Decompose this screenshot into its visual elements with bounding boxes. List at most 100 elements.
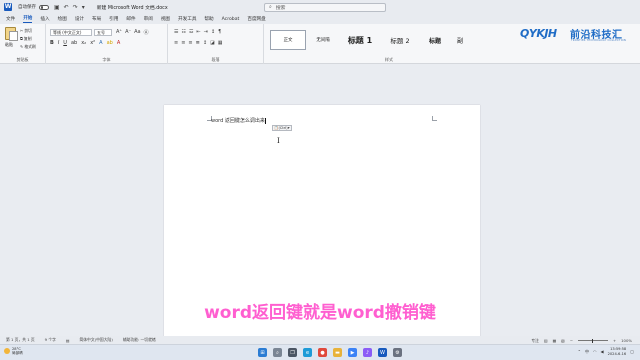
tab-8[interactable]: 审阅	[144, 16, 153, 22]
decrease-indent-icon[interactable]: ⇤	[196, 29, 200, 35]
cut-button[interactable]: ✂ 剪切	[20, 28, 32, 34]
strikethrough-icon[interactable]: ab	[71, 40, 77, 46]
shrink-font-icon[interactable]: A⁻	[125, 29, 131, 36]
increase-indent-icon[interactable]: ⇥	[204, 29, 208, 35]
start-icon[interactable]: ⊞	[258, 348, 267, 357]
read-mode-icon[interactable]: ▥	[544, 338, 548, 343]
font-group: 等线 (中文正文) 五号 A⁺ A⁻ Aa Ⓐ B I U ab x₂ x² A…	[46, 24, 168, 64]
line-spacing-icon[interactable]: ↕	[203, 40, 207, 46]
tab-0[interactable]: 文件	[6, 16, 15, 22]
tab-2[interactable]: 插入	[40, 16, 49, 22]
settings-icon[interactable]: ⚙	[393, 348, 402, 357]
sort-icon[interactable]: ↕	[211, 29, 215, 35]
align-center-icon[interactable]: ≡	[181, 40, 185, 46]
bullets-icon[interactable]: ☰	[174, 29, 178, 35]
highlight-icon[interactable]: ab	[107, 40, 113, 46]
style-item-5[interactable]: 副	[452, 30, 468, 50]
search-icon[interactable]: ⌕	[273, 348, 282, 357]
paste-icon[interactable]	[5, 27, 18, 41]
save-icon[interactable]: ▣	[54, 4, 60, 11]
chrome-icon[interactable]: ●	[318, 348, 327, 357]
page-count[interactable]: 第 1 页，共 1 页	[6, 337, 35, 343]
word-icon[interactable]: W	[378, 348, 387, 357]
clock[interactable]: 13:59:58 2024-6-16	[608, 347, 627, 356]
superscript-icon[interactable]: x²	[90, 40, 95, 46]
autosave-toggle[interactable]	[39, 4, 49, 10]
tab-4[interactable]: 设计	[75, 16, 84, 22]
style-item-0[interactable]: 正文	[270, 30, 306, 50]
zoom-slider[interactable]	[577, 338, 608, 343]
explorer-icon[interactable]: ▬	[333, 348, 342, 357]
volume-icon[interactable]: ◀	[601, 349, 604, 354]
zoom-in-icon[interactable]: +	[613, 338, 616, 343]
print-layout-icon[interactable]: ▦	[553, 338, 557, 343]
web-layout-icon[interactable]: ▧	[561, 338, 565, 343]
bold-icon[interactable]: B	[50, 40, 54, 46]
borders-icon[interactable]: ▦	[218, 40, 223, 46]
font-size-select[interactable]: 五号	[94, 29, 112, 36]
word-count[interactable]: 9 个字	[45, 337, 56, 343]
justify-icon[interactable]: ≣	[196, 40, 200, 46]
paste-button[interactable]: 粘贴	[5, 42, 13, 48]
tab-3[interactable]: 绘图	[58, 16, 67, 22]
zoom-out-icon[interactable]: −	[570, 338, 573, 343]
document-text[interactable]: word 返回键怎么调出来	[211, 117, 266, 124]
notification-icon[interactable]: ▢	[630, 349, 634, 354]
text-effects-icon[interactable]: A	[99, 40, 102, 46]
format-painter-button[interactable]: ✎ 格式刷	[20, 44, 36, 50]
app-icon[interactable]: ▶	[348, 348, 357, 357]
tray-chevron-icon[interactable]: ⌃	[578, 349, 581, 354]
document-workspace: word 返回键怎么调出来 📋(Ctrl)▾ I	[0, 64, 640, 336]
tab-9[interactable]: 视图	[161, 16, 170, 22]
weather-widget[interactable]: 28°C 局部晴	[4, 347, 23, 355]
style-item-4[interactable]: 标题	[420, 30, 450, 50]
style-item-1[interactable]: 无间隔	[308, 30, 338, 50]
shading-icon[interactable]: ◪	[210, 40, 215, 46]
input-language[interactable]: 中	[585, 349, 589, 355]
align-right-icon[interactable]: ≡	[188, 40, 192, 46]
format-painter-label: 格式刷	[24, 44, 36, 49]
multilevel-list-icon[interactable]: ☲	[189, 29, 193, 35]
change-case-icon[interactable]: Aa	[134, 29, 140, 36]
wifi-icon[interactable]: ◠	[593, 349, 597, 354]
copy-button[interactable]: ⧉ 复制	[20, 36, 32, 42]
media-icon[interactable]: ♪	[363, 348, 372, 357]
search-placeholder: 搜索	[275, 5, 286, 11]
zoom-level[interactable]: 100%	[621, 338, 632, 343]
accessibility-status[interactable]: 辅助功能: 一切就绪	[123, 337, 156, 343]
tab-6[interactable]: 引用	[109, 16, 118, 22]
tab-11[interactable]: 帮助	[204, 16, 213, 22]
align-controls: ≡ ≡ ≡ ≣ ↕ ◪ ▦	[174, 40, 222, 46]
customize-icon[interactable]: ▾	[82, 4, 85, 11]
task-view-icon[interactable]: ❐	[288, 348, 297, 357]
font-color-icon[interactable]: A	[117, 40, 120, 46]
font-name-select[interactable]: 等线 (中文正文)	[50, 29, 92, 36]
language-status[interactable]: 简体中文(中国大陆)	[79, 337, 112, 343]
underline-icon[interactable]: U	[63, 40, 67, 46]
grow-font-icon[interactable]: A⁺	[116, 29, 122, 36]
paste-options-button[interactable]: 📋(Ctrl)▾	[272, 125, 292, 131]
numbering-icon[interactable]: ☷	[181, 29, 185, 35]
document-title: 新建 Microsoft Word 文档.docx	[96, 5, 168, 11]
styles-group-label: 样式	[385, 57, 393, 62]
tab-13[interactable]: 百度网盘	[247, 16, 265, 22]
tab-5[interactable]: 布局	[92, 16, 101, 22]
show-marks-icon[interactable]: ¶	[218, 29, 221, 35]
search-input[interactable]: ⌕ 搜索	[264, 2, 386, 12]
tab-12[interactable]: Acrobat	[222, 17, 240, 22]
tab-10[interactable]: 开发工具	[178, 16, 196, 22]
tab-7[interactable]: 邮件	[126, 16, 135, 22]
undo-icon[interactable]: ↶	[64, 4, 69, 11]
watermark-logo: QYKJH 前沿科技汇 FRONTIER TECHNOLOGY COLLECTI…	[520, 24, 640, 46]
align-left-icon[interactable]: ≡	[174, 40, 178, 46]
italic-icon[interactable]: I	[58, 40, 59, 46]
style-item-2[interactable]: 标题 1	[340, 30, 380, 50]
tab-1[interactable]: 开始	[23, 15, 33, 23]
focus-mode[interactable]: 专注	[531, 338, 539, 344]
edge-icon[interactable]: e	[303, 348, 312, 357]
subscript-icon[interactable]: x₂	[81, 40, 86, 46]
proofing-icon[interactable]: ▤	[66, 338, 70, 343]
redo-icon[interactable]: ↷	[73, 4, 78, 11]
clear-format-icon[interactable]: Ⓐ	[144, 29, 149, 36]
style-item-3[interactable]: 标题 2	[382, 30, 418, 50]
